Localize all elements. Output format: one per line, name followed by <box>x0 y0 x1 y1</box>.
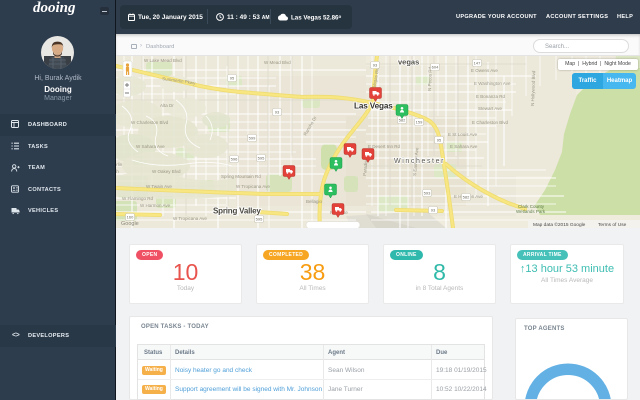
svg-text:E Sahara Ave: E Sahara Ave <box>450 144 478 149</box>
svg-text:Stewart Ave: Stewart Ave <box>478 106 502 111</box>
svg-text:159: 159 <box>416 120 423 125</box>
svg-text:E Desert Inn Rd: E Desert Inn Rd <box>368 144 401 149</box>
svg-text:604: 604 <box>432 65 439 70</box>
svg-text:593: 593 <box>424 191 431 196</box>
svg-text:W Charleston Blvd: W Charleston Blvd <box>131 120 169 125</box>
svg-text:W Tropicana Ave: W Tropicana Ave <box>173 216 207 221</box>
svg-text:95: 95 <box>230 76 235 81</box>
svg-text:Spring Mountain Rd: Spring Mountain Rd <box>221 174 261 179</box>
svg-text:95: 95 <box>437 138 442 143</box>
svg-text:582: 582 <box>463 195 470 200</box>
svg-text:W Sahara Ave: W Sahara Ave <box>136 144 165 149</box>
svg-text:Alta Dr: Alta Dr <box>160 103 174 108</box>
svg-text:160: 160 <box>127 215 134 220</box>
svg-text:E Owens Ave: E Owens Ave <box>471 68 498 73</box>
svg-text:Terms of Use: Terms of Use <box>598 222 627 228</box>
svg-text:Wetlands Park: Wetlands Park <box>516 209 546 214</box>
svg-text:merlin: merlin <box>116 162 123 167</box>
svg-text:E St Louis Ave: E St Louis Ave <box>448 132 478 137</box>
svg-text:595: 595 <box>258 156 265 161</box>
svg-text:W Lake Mead Blvd: W Lake Mead Blvd <box>144 58 182 63</box>
svg-text:vegas: vegas <box>398 58 419 67</box>
svg-text:W Oakey Blvd: W Oakey Blvd <box>152 169 181 174</box>
svg-text:W Tropicana Ave: W Tropicana Ave <box>236 184 270 189</box>
svg-text:E Washington Ave: E Washington Ave <box>474 81 511 86</box>
svg-text:W Harmon Ave: W Harmon Ave <box>140 203 171 208</box>
svg-text:595: 595 <box>256 217 263 222</box>
svg-text:W Mead Blvd: W Mead Blvd <box>264 60 291 65</box>
svg-text:599: 599 <box>249 136 256 141</box>
svg-text:Spring Valley: Spring Valley <box>213 207 261 216</box>
svg-text:Las Vegas: Las Vegas <box>354 102 393 111</box>
svg-text:E Bonanza Rd: E Bonanza Rd <box>476 94 506 99</box>
svg-text:Winchester: Winchester <box>394 158 445 165</box>
svg-text:E Charleston Blvd: E Charleston Blvd <box>472 120 509 125</box>
svg-text:Google: Google <box>121 221 139 227</box>
svg-text:147: 147 <box>474 61 481 66</box>
svg-text:93: 93 <box>373 63 378 68</box>
svg-text:596: 596 <box>231 157 238 162</box>
svg-text:W Twain Ave: W Twain Ave <box>146 184 172 189</box>
svg-text:Bellagio: Bellagio <box>306 199 323 204</box>
svg-text:93: 93 <box>431 208 436 213</box>
svg-text:Map data ©2015 Google: Map data ©2015 Google <box>533 221 586 228</box>
svg-text:W Flamingo Rd: W Flamingo Rd <box>122 196 154 201</box>
svg-text:93: 93 <box>275 110 280 115</box>
